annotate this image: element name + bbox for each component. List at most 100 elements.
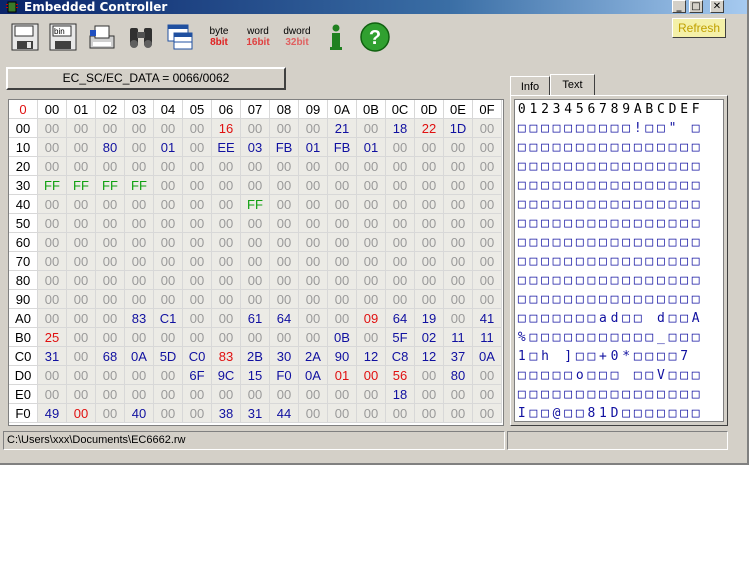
hex-cell[interactable]: 00 [96, 157, 125, 176]
text-char[interactable]: □ [632, 366, 644, 385]
hex-cell[interactable]: FF [67, 176, 96, 195]
hex-cell[interactable]: 00 [473, 176, 502, 195]
hex-cell[interactable]: 38 [212, 404, 241, 423]
text-char[interactable]: □ [620, 157, 632, 176]
hex-cell[interactable]: 2A [299, 347, 328, 366]
text-char[interactable]: □ [574, 157, 586, 176]
text-char[interactable]: □ [678, 138, 690, 157]
text-char[interactable]: □ [539, 309, 551, 328]
hex-cell[interactable]: 00 [386, 404, 415, 423]
text-char[interactable]: □ [516, 309, 528, 328]
hex-cell[interactable]: 12 [357, 347, 386, 366]
text-char[interactable]: □ [516, 252, 528, 271]
hex-cell[interactable]: 00 [270, 328, 299, 347]
hex-cell[interactable]: 00 [415, 271, 444, 290]
hex-cell[interactable]: 41 [473, 309, 502, 328]
hex-cell[interactable]: 00 [183, 157, 212, 176]
text-char[interactable]: □ [562, 271, 574, 290]
hex-cell[interactable]: FF [241, 195, 270, 214]
text-char[interactable]: □ [644, 404, 656, 423]
hex-cell[interactable]: 00 [241, 328, 270, 347]
hex-cell[interactable]: 00 [270, 385, 299, 404]
text-char[interactable]: □ [690, 195, 702, 214]
hex-cell[interactable]: 00 [154, 385, 183, 404]
text-char[interactable]: □ [678, 252, 690, 271]
hex-cell[interactable]: 03 [241, 138, 270, 157]
text-char[interactable]: □ [620, 252, 632, 271]
hex-cell[interactable]: FB [270, 138, 299, 157]
text-char[interactable]: ! [632, 119, 644, 138]
text-char[interactable]: □ [528, 157, 540, 176]
hex-cell[interactable]: 00 [241, 157, 270, 176]
hex-cell[interactable]: 00 [270, 195, 299, 214]
text-char[interactable]: □ [632, 233, 644, 252]
hex-cell[interactable]: 00 [270, 271, 299, 290]
text-char[interactable]: □ [609, 328, 621, 347]
print-button[interactable] [85, 20, 119, 54]
hex-cell[interactable]: 02 [415, 328, 444, 347]
refresh-button[interactable]: Refresh [672, 18, 726, 38]
hex-cell[interactable]: 00 [183, 138, 212, 157]
hex-cell[interactable]: 00 [154, 233, 183, 252]
text-char[interactable]: □ [597, 385, 609, 404]
hex-cell[interactable]: 00 [212, 271, 241, 290]
text-char[interactable]: 0 [609, 347, 621, 366]
hex-cell[interactable]: 00 [154, 328, 183, 347]
text-char[interactable]: □ [632, 138, 644, 157]
text-char[interactable]: □ [655, 157, 667, 176]
hex-cell[interactable]: 00 [357, 176, 386, 195]
text-char[interactable]: □ [551, 195, 563, 214]
text-char[interactable]: h [539, 347, 551, 366]
text-char[interactable]: □ [644, 157, 656, 176]
hex-cell[interactable]: 00 [473, 119, 502, 138]
hex-cell[interactable]: 00 [357, 385, 386, 404]
hex-cell[interactable]: 00 [415, 157, 444, 176]
hex-cell[interactable]: 00 [444, 404, 473, 423]
hex-cell[interactable]: 00 [212, 290, 241, 309]
text-char[interactable]: □ [678, 233, 690, 252]
hex-cell[interactable]: 00 [299, 119, 328, 138]
text-char[interactable]: □ [551, 290, 563, 309]
text-char[interactable]: □ [574, 233, 586, 252]
text-char[interactable]: ] [562, 347, 574, 366]
text-char[interactable]: □ [690, 157, 702, 176]
text-char[interactable]: * [620, 347, 632, 366]
hex-cell[interactable]: 00 [212, 328, 241, 347]
hex-cell[interactable]: 19 [415, 309, 444, 328]
hex-cell[interactable]: 18 [386, 385, 415, 404]
text-char[interactable]: □ [632, 404, 644, 423]
hex-cell[interactable]: 00 [241, 271, 270, 290]
text-char[interactable]: □ [644, 271, 656, 290]
text-char[interactable] [690, 347, 702, 366]
text-char[interactable]: □ [620, 138, 632, 157]
hex-cell[interactable]: 00 [183, 328, 212, 347]
text-char[interactable]: + [597, 347, 609, 366]
hex-cell[interactable]: 00 [96, 404, 125, 423]
hex-cell[interactable]: 00 [125, 214, 154, 233]
hex-cell[interactable]: 00 [67, 214, 96, 233]
text-char[interactable]: □ [539, 119, 551, 138]
hex-cell[interactable]: 00 [357, 290, 386, 309]
hex-cell[interactable]: 30 [270, 347, 299, 366]
hex-cell[interactable]: 00 [67, 252, 96, 271]
hex-cell[interactable]: 00 [328, 214, 357, 233]
text-char[interactable]: □ [667, 328, 679, 347]
text-char[interactable]: □ [644, 385, 656, 404]
text-char[interactable]: □ [586, 271, 598, 290]
hex-cell[interactable]: 00 [212, 385, 241, 404]
text-char[interactable]: □ [690, 290, 702, 309]
hex-cell[interactable]: 01 [328, 366, 357, 385]
text-char[interactable]: □ [667, 366, 679, 385]
hex-cell[interactable]: 00 [299, 290, 328, 309]
hex-cell[interactable]: 00 [473, 271, 502, 290]
hex-cell[interactable]: 00 [125, 271, 154, 290]
hex-cell[interactable]: 00 [38, 157, 67, 176]
text-char[interactable]: □ [667, 138, 679, 157]
text-char[interactable]: □ [551, 157, 563, 176]
text-char[interactable]: a [597, 309, 609, 328]
hex-cell[interactable]: 00 [444, 157, 473, 176]
text-char[interactable]: □ [528, 309, 540, 328]
hex-cell[interactable]: 00 [299, 309, 328, 328]
hex-cell[interactable]: 00 [299, 195, 328, 214]
text-char[interactable]: □ [690, 252, 702, 271]
